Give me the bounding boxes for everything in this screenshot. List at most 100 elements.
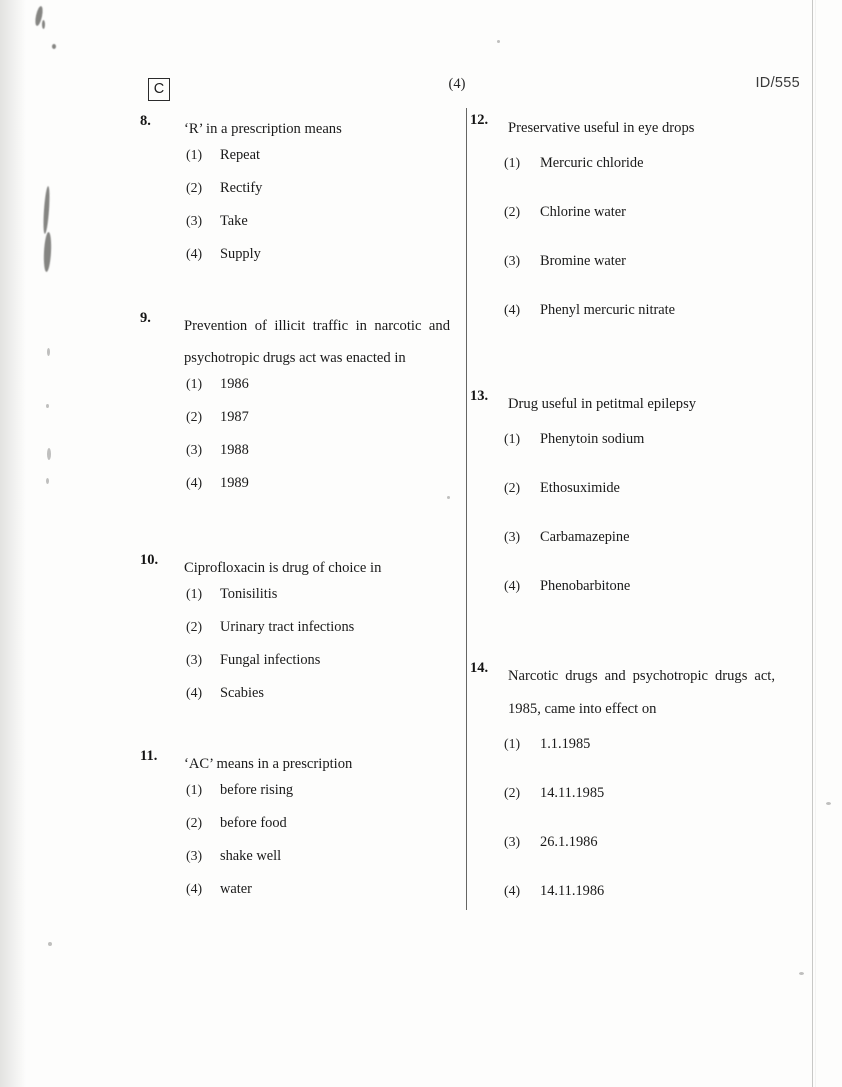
option-row[interactable]: (3) 1988 (140, 442, 450, 475)
question-text: Preservative useful in eye drops (508, 120, 695, 136)
question-block: 10. Ciprofloxacin is drug of choice in (1)… (140, 552, 450, 718)
question-block: 8. ‘R’ in a prescription means (1) Repeat (2… (140, 113, 450, 279)
option-list: (1) 1986 (2) 1987 (3) 1988 (4) 1989 (140, 376, 450, 508)
option-label: 26.1.1986 (540, 834, 598, 850)
option-number: (3) (186, 213, 203, 228)
scan-edge-shadow (0, 0, 26, 1087)
question-block: 11. ‘AC’ means in a prescription (1) before… (140, 748, 450, 914)
option-number: (4) (504, 302, 521, 317)
option-label: Take (220, 213, 248, 229)
option-row[interactable]: (1) Tonisilitis (140, 586, 450, 619)
scan-smudge-artifact (42, 185, 51, 235)
question-text: ‘AC’ means in a prescription (184, 756, 353, 772)
option-row[interactable]: (1) before rising (140, 782, 450, 815)
option-row[interactable]: (2) Rectify (140, 180, 450, 213)
option-number: (1) (186, 376, 203, 391)
scan-streak-artifact (812, 0, 813, 1087)
option-row[interactable]: (2) Chlorine water (470, 204, 775, 253)
option-label: 1988 (220, 442, 249, 458)
option-row[interactable]: (3) Bromine water (470, 253, 775, 302)
option-row[interactable]: (3) shake well (140, 848, 450, 881)
question-number: 9. (140, 310, 151, 326)
option-number: (2) (504, 204, 521, 219)
option-label: 1989 (220, 475, 249, 491)
scan-fleck-artifact (47, 448, 51, 460)
option-row[interactable]: (4) Phenobarbitone (470, 578, 775, 627)
option-list: (1) Phenytoin sodium (2) Ethosuximide (3) Car… (470, 431, 775, 627)
option-row[interactable]: (3) 26.1.1986 (470, 834, 775, 883)
question-stem-row: 11. ‘AC’ means in a prescription (140, 748, 450, 780)
question-text: Narcotic drugs and psychotropic drugs ac… (508, 668, 775, 717)
option-row[interactable]: (2) 14.11.1985 (470, 785, 775, 834)
option-number: (3) (504, 253, 521, 268)
option-label: Mercuric chloride (540, 155, 644, 171)
option-row[interactable]: (1) Phenytoin sodium (470, 431, 775, 480)
paper-id: ID/555 (755, 75, 800, 91)
question-text: ‘R’ in a prescription means (184, 121, 342, 137)
option-number: (3) (504, 529, 521, 544)
option-number: (4) (186, 475, 203, 490)
option-label: before food (220, 815, 287, 831)
option-label: 1986 (220, 376, 249, 392)
option-number: (1) (504, 155, 521, 170)
option-row[interactable]: (4) Phenyl mercuric nitrate (470, 302, 775, 351)
option-row[interactable]: (2) Ethosuximide (470, 480, 775, 529)
option-label: Urinary tract infections (220, 619, 355, 635)
option-number: (4) (186, 881, 203, 896)
question-text: Drug useful in petitmal epilepsy (508, 396, 697, 412)
option-row[interactable]: (4) Scabies (140, 685, 450, 718)
option-label: Supply (220, 246, 261, 262)
option-label: Scabies (220, 685, 264, 701)
option-label: Fungal infections (220, 652, 321, 668)
page-number: (4) (448, 76, 466, 92)
question-stem-row: 9. Prevention of illicit traffic in narco… (140, 310, 450, 374)
option-row[interactable]: (1) Repeat (140, 147, 450, 180)
scan-fleck-artifact (497, 40, 500, 43)
option-label: Bromine water (540, 253, 626, 269)
option-number: (1) (504, 736, 521, 751)
option-row[interactable]: (4) 1989 (140, 475, 450, 508)
option-label: before rising (220, 782, 294, 798)
option-list: (1) Tonisilitis (2) Urinary tract infection… (140, 586, 450, 718)
option-row[interactable]: (3) Carbamazepine (470, 529, 775, 578)
question-number: 13. (470, 388, 489, 404)
scan-streak-artifact (815, 0, 816, 1087)
question-number: 8. (140, 113, 151, 129)
scan-smudge-artifact (42, 20, 45, 29)
option-label: shake well (220, 848, 282, 864)
option-row[interactable]: (4) 14.11.1986 (470, 883, 775, 932)
scan-fleck-artifact (46, 404, 49, 408)
option-label: Carbamazepine (540, 529, 630, 545)
option-number: (1) (186, 147, 203, 162)
option-row[interactable]: (1) 1.1.1985 (470, 736, 775, 785)
option-list: (1) before rising (2) before food (3) shake w… (140, 782, 450, 914)
option-row[interactable]: (2) Urinary tract infections (140, 619, 450, 652)
option-number: (2) (186, 619, 203, 634)
option-row[interactable]: (3) Take (140, 213, 450, 246)
option-number: (4) (504, 578, 521, 593)
scan-smudge-artifact (33, 5, 45, 27)
scan-fleck-artifact (46, 478, 49, 484)
option-number: (1) (186, 782, 203, 797)
option-row[interactable]: (4) Supply (140, 246, 450, 279)
option-number: (3) (186, 652, 203, 667)
scan-fleck-artifact (826, 802, 831, 805)
question-text: Prevention of illicit traffic in narcoti… (184, 318, 450, 366)
option-row[interactable]: (2) before food (140, 815, 450, 848)
option-row[interactable]: (1) Mercuric chloride (470, 155, 775, 204)
option-row[interactable]: (2) 1987 (140, 409, 450, 442)
option-row[interactable]: (3) Fungal infections (140, 652, 450, 685)
option-label: Phenytoin sodium (540, 431, 645, 447)
option-number: (2) (504, 480, 521, 495)
option-number: (1) (186, 586, 203, 601)
set-code-box: C (148, 78, 170, 101)
option-list: (1) Repeat (2) Rectify (3) Take (4) Supply (140, 147, 450, 279)
question-number: 12. (470, 112, 489, 128)
option-row[interactable]: (4) water (140, 881, 450, 914)
option-row[interactable]: (1) 1986 (140, 376, 450, 409)
option-number: (2) (186, 180, 203, 195)
option-number: (3) (504, 834, 521, 849)
option-label: 14.11.1986 (540, 883, 605, 899)
option-label: Tonisilitis (220, 586, 278, 602)
question-block: 12. Preservative useful in eye drops (1) Me… (470, 112, 775, 351)
